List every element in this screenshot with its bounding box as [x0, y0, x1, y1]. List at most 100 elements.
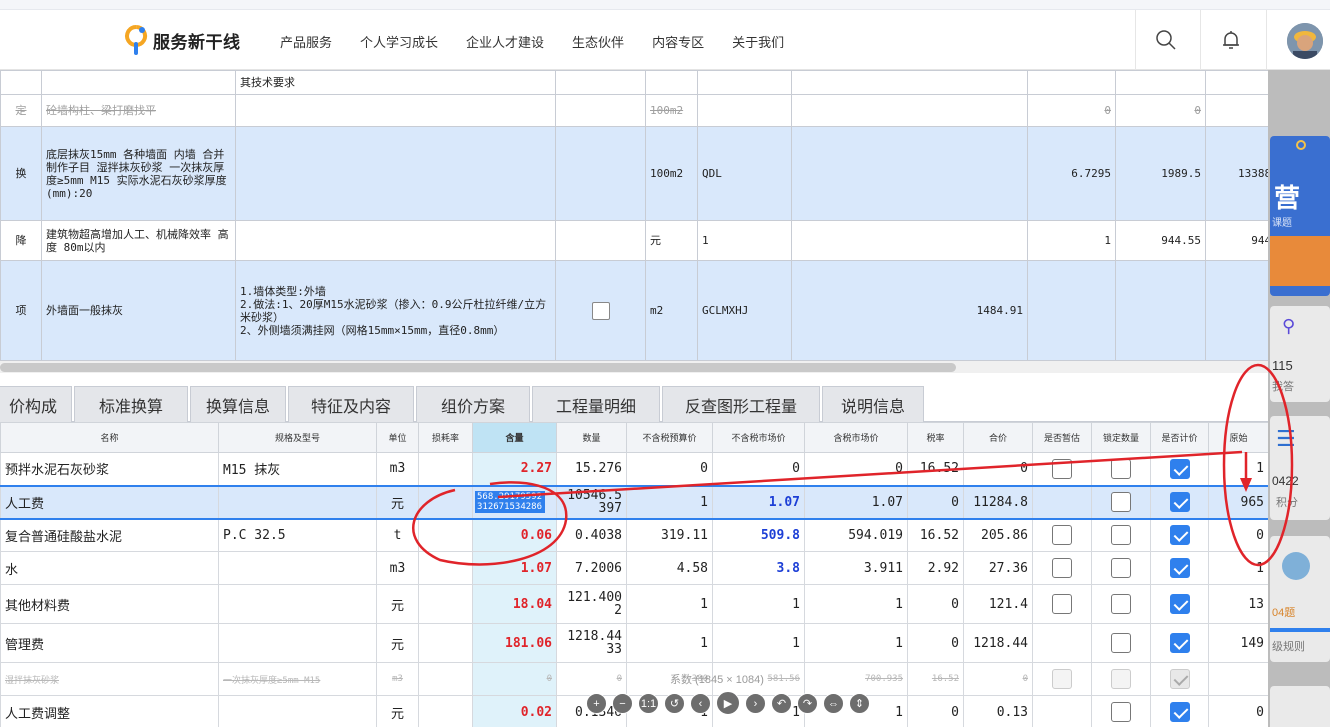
row-checkbox[interactable]: [1169, 594, 1190, 614]
row-checkbox[interactable]: [1111, 669, 1131, 689]
column-header[interactable]: 数量: [556, 422, 627, 453]
promo-card[interactable]: 营 课题: [1270, 136, 1330, 296]
resource-row[interactable]: 复合普通硅酸盐水泥 P.C 32.5 t 0.06 0.4038 319.11 509.8 5…: [0, 518, 1268, 552]
row-checkbox[interactable]: [1111, 525, 1131, 546]
column-header[interactable]: 不含税预算价: [626, 422, 713, 453]
column-header[interactable]: 是否计价: [1150, 422, 1209, 453]
column-header[interactable]: 名称: [0, 422, 219, 453]
resource-row[interactable]: 管理费元 181.06 1218.4433 1 1 1 0 1218.44 149: [0, 623, 1268, 663]
column-header[interactable]: 原始: [1208, 422, 1268, 453]
item-row[interactable]: 定砼墙构柱、梁打磨找平100m2000: [0, 94, 1268, 127]
resource-row[interactable]: 其他材料费元 18.04 121.4002 1 1 1 0 121.4 13: [0, 584, 1268, 624]
level-card[interactable]: 04题 级规则: [1270, 536, 1330, 662]
resource-row[interactable]: 水 m3 1.07 7.2006 4.58 3.8 3.911 2.92 27.36 1: [0, 551, 1268, 585]
rotate-left-icon[interactable]: ↶: [771, 693, 792, 714]
resource-row[interactable]: 预拌水泥石灰砂浆 M15 抹灰 m3 2.27 15.276 0 0 0 16.52 0 1: [0, 452, 1268, 486]
loss-rate[interactable]: [418, 695, 473, 727]
nav-item-content[interactable]: 内容专区: [652, 32, 704, 51]
loss-rate[interactable]: [418, 484, 473, 520]
content-cell[interactable]: 0: [472, 662, 557, 696]
row-checkbox[interactable]: [1111, 458, 1131, 479]
row-checkbox[interactable]: [1052, 558, 1072, 578]
play-icon[interactable]: ▶: [716, 691, 740, 715]
market-price[interactable]: 3.8: [712, 551, 805, 585]
loss-rate[interactable]: [418, 452, 473, 486]
tab-quantity-detail[interactable]: 工程量明细: [532, 386, 660, 422]
content-cell[interactable]: 2.27: [472, 452, 557, 486]
search-icon[interactable]: [1152, 26, 1180, 54]
content-cell[interactable]: 0.02: [472, 695, 557, 727]
rotate-right-icon[interactable]: ↷: [797, 693, 818, 714]
zoom-in-icon[interactable]: +: [586, 693, 607, 714]
row-checkbox[interactable]: [1111, 633, 1131, 653]
tab-graphic-quantity[interactable]: 反查图形工程量: [662, 386, 820, 422]
column-header[interactable]: 含量: [472, 422, 557, 453]
horizontal-scrollbar[interactable]: [0, 361, 1268, 373]
prev-icon[interactable]: ‹: [690, 693, 711, 714]
loss-rate[interactable]: [418, 551, 473, 585]
scrollbar-thumb[interactable]: [0, 363, 956, 372]
content-cell-editing[interactable]: 568.29179592312671534286: [472, 484, 557, 520]
content-cell[interactable]: 0.06: [472, 518, 557, 552]
row-checkbox[interactable]: [1052, 669, 1072, 689]
market-price[interactable]: 0: [712, 452, 805, 486]
row-checkbox[interactable]: [1111, 558, 1131, 578]
column-header[interactable]: 规格及型号: [218, 422, 377, 453]
resource-row[interactable]: 人工费元 568.29179592312671534286 10546.5397 1 1…: [0, 484, 1268, 520]
column-header[interactable]: 是否暂估: [1032, 422, 1092, 453]
row-checkbox[interactable]: [1169, 669, 1190, 689]
loss-rate[interactable]: [418, 623, 473, 663]
market-price[interactable]: 509.8: [712, 518, 805, 552]
level-rules-link[interactable]: 级规则: [1272, 638, 1305, 654]
resource-row[interactable]: 湿拌抹灰砂浆 一次抹灰厚度≥5mm M15 m3 0 0 380 581.56 700.935…: [0, 662, 1268, 696]
nav-item-about[interactable]: 关于我们: [732, 32, 784, 51]
actual-size-icon[interactable]: 1:1: [638, 693, 659, 714]
column-header[interactable]: 税率: [907, 422, 964, 453]
nav-item-learning[interactable]: 个人学习成长: [360, 32, 438, 51]
flip-horizontal-icon[interactable]: ⇔: [823, 693, 844, 714]
qa-card[interactable]: ⚲ 115 我答: [1270, 306, 1330, 402]
tab-conversion-info[interactable]: 换算信息: [190, 386, 286, 422]
item-row[interactable]: 降建筑物超高增加人工、机械降效率 高度 80m以内元11944.55944.55: [0, 220, 1268, 261]
item-row[interactable]: 项外墙面一般抹灰 1.墙体类型:外墙 2.做法:1、20厚M15水泥砂浆（掺入：0.…: [0, 260, 1268, 361]
content-cell[interactable]: 1.07: [472, 551, 557, 585]
tab-standard-conversion[interactable]: 标准换算: [74, 386, 188, 422]
column-header[interactable]: 含税市场价: [804, 422, 908, 453]
reset-icon[interactable]: ↺: [664, 693, 685, 714]
row-checkbox[interactable]: [1169, 702, 1190, 722]
row-checkbox[interactable]: [1169, 458, 1190, 479]
bell-icon[interactable]: [1217, 26, 1245, 54]
loss-rate[interactable]: [418, 662, 473, 696]
content-cell[interactable]: 181.06: [472, 623, 557, 663]
column-header[interactable]: 单位: [376, 422, 419, 453]
user-avatar[interactable]: [1287, 23, 1323, 59]
column-header[interactable]: 不含税市场价: [712, 422, 805, 453]
next-icon[interactable]: ›: [745, 693, 766, 714]
loss-rate[interactable]: [418, 584, 473, 624]
nav-item-partners[interactable]: 生态伙伴: [572, 32, 624, 51]
row-checkbox[interactable]: [591, 301, 610, 320]
side-card-bottom[interactable]: [1270, 686, 1330, 727]
row-checkbox[interactable]: [1052, 594, 1072, 614]
market-price[interactable]: 1: [712, 623, 805, 663]
site-logo[interactable]: 服务新干线: [123, 24, 241, 56]
row-checkbox[interactable]: [1169, 558, 1190, 578]
row-checkbox[interactable]: [1052, 458, 1072, 479]
row-checkbox[interactable]: [1111, 492, 1131, 512]
column-header[interactable]: 合价: [963, 422, 1033, 453]
row-checkbox[interactable]: [1052, 525, 1072, 546]
tab-pricing-plan[interactable]: 组价方案: [416, 386, 530, 422]
row-checkbox[interactable]: [1111, 594, 1131, 614]
loss-rate[interactable]: [418, 518, 473, 552]
row-checkbox[interactable]: [1169, 525, 1190, 546]
tab-price-composition[interactable]: 价构成: [0, 386, 72, 422]
item-row[interactable]: 其技术要求: [0, 70, 1268, 95]
column-header[interactable]: 损耗率: [418, 422, 473, 453]
column-header[interactable]: 锁定数量: [1091, 422, 1151, 453]
nav-item-enterprise[interactable]: 企业人才建设: [466, 32, 544, 51]
row-checkbox[interactable]: [1169, 633, 1190, 653]
tab-features[interactable]: 特征及内容: [288, 386, 414, 422]
points-card[interactable]: ☰ 0422 积分: [1270, 416, 1330, 520]
row-checkbox[interactable]: [1169, 492, 1190, 512]
row-checkbox[interactable]: [1111, 702, 1131, 722]
